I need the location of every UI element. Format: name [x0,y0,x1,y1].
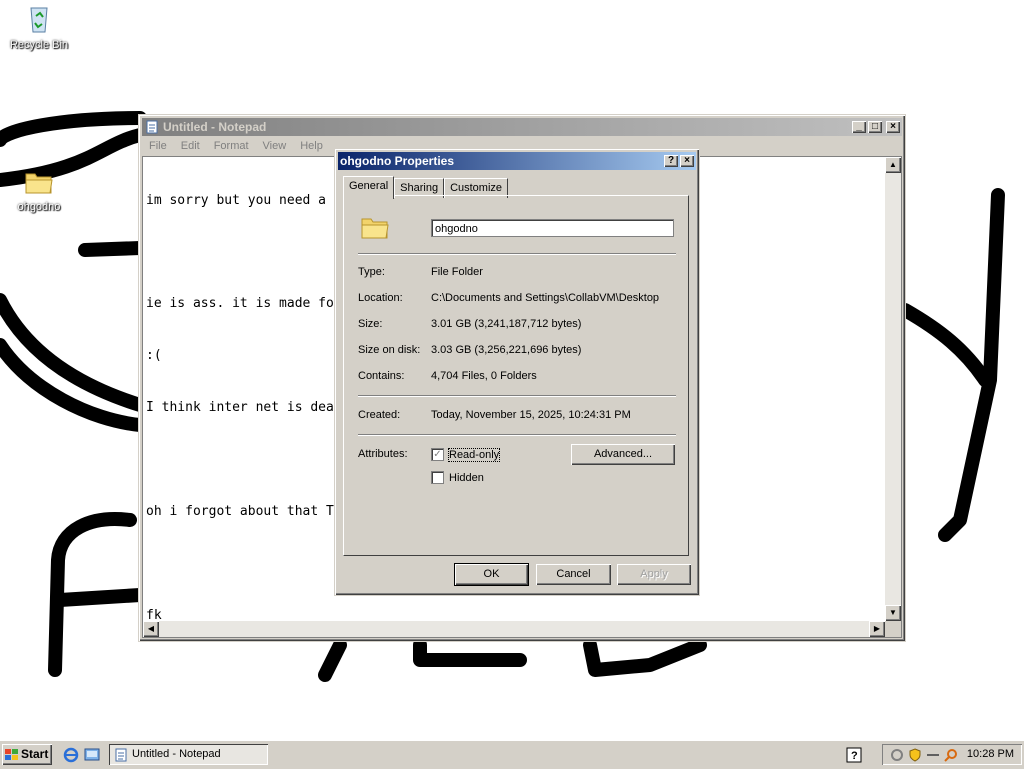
help-icon[interactable]: ? [846,747,862,763]
notepad-line: oh i forgot about that T [146,503,334,519]
readonly-label[interactable]: Read-only [447,448,501,462]
hidden-label[interactable]: Hidden [449,472,484,484]
show-desktop-icon[interactable] [84,747,100,763]
apply-button[interactable]: Apply [617,564,691,585]
system-tray: 10:28 PM [882,744,1022,765]
divider [358,434,676,436]
notepad-line: :( [146,348,162,364]
security-shield-icon[interactable] [908,748,922,762]
type-value: File Folder [431,266,483,278]
scroll-right-button[interactable]: ▶ [869,621,885,637]
advanced-button[interactable]: Advanced... [571,444,675,465]
scroll-up-button[interactable]: ▲ [885,157,901,173]
location-value: C:\Documents and Settings\CollabVM\Deskt… [431,292,660,304]
notepad-line: I think inter net is dea [146,400,334,416]
notepad-text: im sorry but you need a ie is ass. it is… [146,157,334,659]
menu-view[interactable]: View [256,138,294,156]
internet-explorer-icon[interactable] [63,747,79,763]
created-label: Created: [358,409,401,421]
notepad-line [146,451,334,468]
contains-value: 4,704 Files, 0 Folders [431,370,537,382]
taskbar-button-label: Untitled - Notepad [132,748,221,760]
contains-label: Contains: [358,370,405,382]
notepad-title: Untitled - Notepad [163,120,267,134]
menu-edit[interactable]: Edit [174,138,207,156]
notepad-line [146,243,334,260]
desktop-icon-label: ohgodno [17,201,61,213]
recycle-bin-icon [30,7,48,33]
resize-grip[interactable] [885,621,901,637]
attributes-label: Attributes: [358,448,408,460]
vertical-scrollbar[interactable]: ▲ ▼ [885,157,901,621]
properties-body: General Sharing Customize ohgodno Type: … [335,149,699,595]
start-button[interactable]: Start [2,744,52,765]
size-on-disk-label: Size on disk: [358,344,421,356]
desktop: Recycle Bin ohgodno Untitled - Notepad _… [0,0,1024,740]
scroll-left-button[interactable]: ◀ [143,621,159,637]
search-icon[interactable] [944,748,958,762]
taskbar: Start Untitled - Notepad ? 10:28 PM [0,740,1024,769]
menu-file[interactable]: File [142,138,174,156]
windows-logo-icon [5,749,18,760]
size-label: Size: [358,318,383,330]
svg-text:?: ? [851,750,858,762]
clock[interactable]: 10:28 PM [967,748,1014,760]
size-on-disk-value: 3.03 GB (3,256,221,696 bytes) [431,344,582,356]
notepad-menubar: File Edit Format View Help [142,138,330,156]
desktop-icon-ohgodno-folder[interactable]: ohgodno [3,168,75,213]
general-tab-panel: ohgodno Type: File Folder Location: C:\D… [343,195,689,556]
menu-help[interactable]: Help [293,138,330,156]
properties-dialog[interactable]: ohgodno Properties ? × General Sharing C… [334,148,700,596]
minimize-button[interactable]: _ [852,121,866,133]
notepad-line [146,555,334,572]
horizontal-scrollbar[interactable]: ◀ ▶ [143,621,885,637]
folder-icon [25,173,53,194]
size-value: 3.01 GB (3,241,187,712 bytes) [431,318,582,330]
notepad-line: im sorry but you need a [146,192,327,208]
network-icon[interactable] [890,748,904,762]
desktop-icon-label: Recycle Bin [9,39,69,51]
taskbar-button-notepad[interactable]: Untitled - Notepad [109,744,268,765]
divider [358,395,676,397]
type-label: Type: [358,266,385,278]
hidden-checkbox[interactable] [431,471,444,484]
start-label: Start [21,747,49,761]
close-button[interactable]: × [886,121,900,133]
notepad-icon [115,748,127,762]
divider [358,253,676,255]
tab-strip: General Sharing Customize [343,176,509,199]
readonly-checkbox[interactable]: ✓ [431,448,444,461]
desktop-icon-recycle-bin[interactable]: Recycle Bin [3,2,75,51]
notepad-icon [146,120,158,134]
location-label: Location: [358,292,403,304]
created-value: Today, November 15, 2025, 10:24:31 PM [431,409,631,421]
notepad-titlebar[interactable]: Untitled - Notepad _ □ × [142,118,902,136]
cancel-button[interactable]: Cancel [536,564,611,585]
folder-name-field[interactable]: ohgodno [431,219,674,237]
scroll-down-button[interactable]: ▼ [885,605,901,621]
volume-icon[interactable] [926,748,940,762]
ok-button[interactable]: OK [454,563,529,586]
notepad-line: ie is ass. it is made fo [146,296,334,312]
menu-format[interactable]: Format [207,138,256,156]
maximize-button[interactable]: □ [868,121,882,133]
folder-icon [361,218,389,239]
tab-general[interactable]: General [343,176,395,199]
